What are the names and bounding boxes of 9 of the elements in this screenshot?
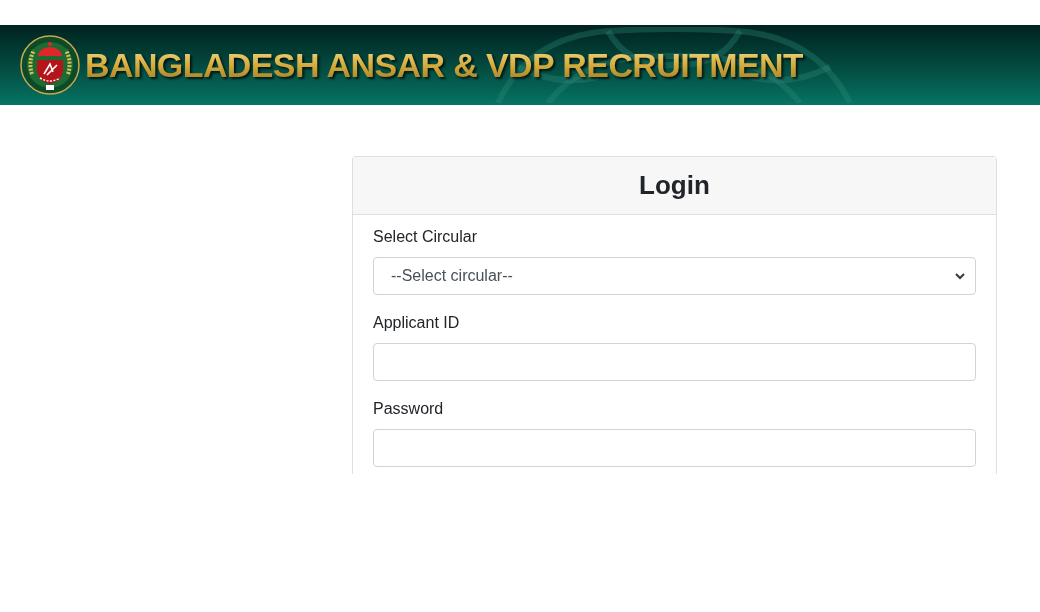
chevron-down-icon [955,272,965,280]
field-label: Select Circular [373,227,478,247]
applicant-id-input[interactable] [373,343,976,381]
password-input[interactable] [373,429,976,467]
field-label: Applicant ID [373,313,460,333]
login-title: Login [639,169,710,202]
emblem-logo [20,34,80,96]
circular-select[interactable]: --Select circular-- [373,257,976,295]
field-label: Password [373,399,444,419]
